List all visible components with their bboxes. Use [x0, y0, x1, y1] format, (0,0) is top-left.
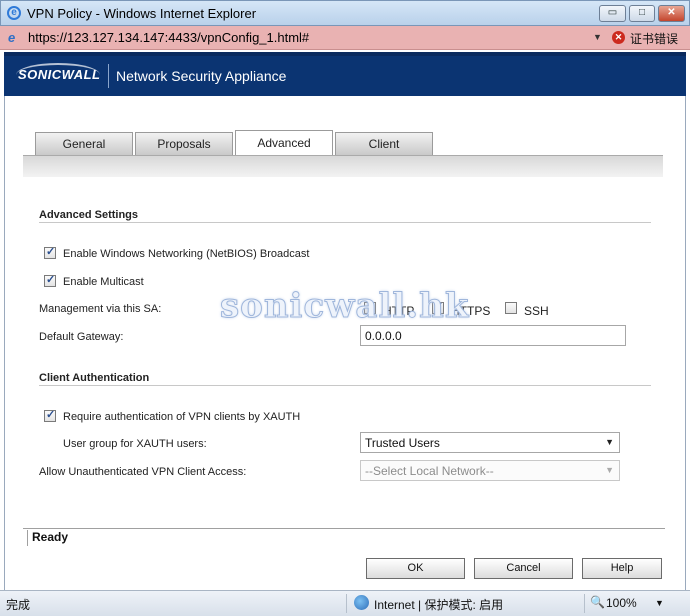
default-gateway-label: Default Gateway:	[39, 331, 124, 343]
local-network-select: --Select Local Network-- ▼	[360, 460, 620, 481]
zoom-dropdown-icon[interactable]: ▼	[655, 598, 664, 608]
certificate-error-icon[interactable]: ✕	[612, 31, 625, 44]
local-network-value: --Select Local Network--	[365, 464, 494, 478]
advanced-settings-title: Advanced Settings	[39, 209, 139, 221]
ie-logo-icon: e	[7, 6, 21, 20]
minimize-button[interactable]: ▭	[599, 5, 626, 22]
tab-client[interactable]: Client	[335, 132, 433, 155]
section-divider	[39, 385, 651, 386]
status-text: Ready	[27, 530, 68, 546]
netbios-label: Enable Windows Networking (NetBIOS) Broa…	[63, 248, 310, 260]
tab-general[interactable]: General	[35, 132, 133, 155]
xauth-label: Require authentication of VPN clients by…	[63, 411, 301, 423]
content-frame: General Proposals Advanced Client Advanc…	[4, 96, 686, 590]
ssh-checkbox[interactable]	[505, 302, 517, 314]
sonicwall-logo: SONICWALL	[18, 67, 101, 82]
globe-icon	[354, 595, 369, 610]
xauth-checkbox[interactable]	[44, 408, 56, 422]
ok-button[interactable]: OK	[366, 558, 465, 579]
browser-status-text: 完成	[6, 598, 31, 612]
header-separator	[108, 64, 109, 88]
unauth-access-label: Allow Unauthenticated VPN Client Access:	[39, 466, 247, 478]
management-label: Management via this SA:	[39, 303, 162, 315]
address-dropdown-icon[interactable]: ▼	[593, 32, 602, 42]
netbios-checkbox[interactable]	[44, 245, 56, 259]
status-divider	[346, 594, 347, 613]
user-group-value: Trusted Users	[365, 436, 440, 450]
ssh-label: SSH	[524, 304, 549, 318]
default-gateway-input[interactable]: 0.0.0.0	[360, 325, 626, 346]
app-header: SONICWALL Network Security Appliance	[4, 52, 686, 96]
user-group-label: User group for XAUTH users:	[63, 438, 207, 450]
certificate-error-label[interactable]: 证书错误	[630, 30, 678, 47]
zoom-icon[interactable]: 🔍	[590, 595, 605, 609]
cancel-button[interactable]: Cancel	[474, 558, 573, 579]
status-divider	[584, 594, 585, 613]
close-button[interactable]: ✕	[658, 5, 685, 22]
multicast-label: Enable Multicast	[63, 276, 144, 288]
chevron-down-icon: ▼	[605, 465, 614, 475]
zoom-level[interactable]: 100%	[606, 596, 637, 610]
maximize-button[interactable]: □	[629, 5, 655, 22]
section-divider	[39, 222, 651, 223]
status-divider	[23, 528, 665, 529]
chevron-down-icon: ▼	[605, 437, 614, 447]
address-bar[interactable]: e https://123.127.134.147:4433/vpnConfig…	[0, 26, 690, 50]
help-button[interactable]: Help	[582, 558, 662, 579]
multicast-checkbox[interactable]	[44, 273, 56, 287]
page-icon: e	[8, 30, 16, 45]
tab-advanced[interactable]: Advanced	[235, 130, 333, 155]
tab-proposals[interactable]: Proposals	[135, 132, 233, 155]
browser-status-bar: 完成 Internet | 保护模式: 启用 🔍 100% ▼	[0, 590, 690, 616]
window-title-bar: e VPN Policy - Windows Internet Explorer…	[0, 0, 690, 26]
client-authentication-title: Client Authentication	[39, 372, 150, 384]
tab-strip	[23, 155, 663, 177]
window-title: VPN Policy - Windows Internet Explorer	[27, 6, 257, 21]
user-group-select[interactable]: Trusted Users ▼	[360, 432, 620, 453]
app-name: Network Security Appliance	[116, 68, 287, 84]
security-zone[interactable]: Internet | 保护模式: 启用	[374, 596, 503, 613]
watermark-text: sonicwall.hk	[219, 286, 470, 327]
url-text[interactable]: https://123.127.134.147:4433/vpnConfig_1…	[28, 30, 309, 45]
